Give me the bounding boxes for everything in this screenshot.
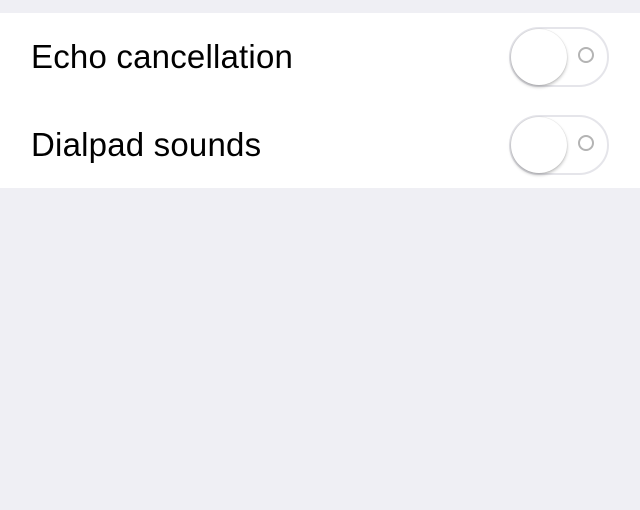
- toggle-knob: [511, 29, 567, 85]
- echo-cancellation-toggle[interactable]: [509, 27, 609, 87]
- toggle-off-circle-icon: [578, 135, 594, 151]
- settings-group: Echo cancellation Dialpad sounds: [0, 13, 640, 188]
- dialpad-sounds-label: Dialpad sounds: [31, 126, 262, 163]
- echo-cancellation-label: Echo cancellation: [31, 38, 294, 75]
- toggle-knob: [511, 117, 567, 173]
- dialpad-sounds-row: Dialpad sounds: [0, 101, 640, 189]
- dialpad-sounds-toggle[interactable]: [509, 115, 609, 175]
- toggle-off-circle-icon: [578, 47, 594, 63]
- echo-cancellation-row: Echo cancellation: [0, 13, 640, 101]
